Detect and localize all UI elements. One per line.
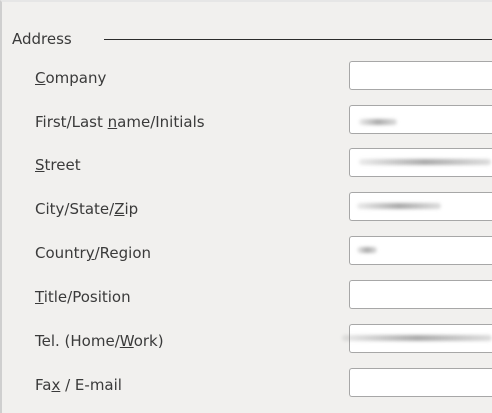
tel-label: Tel. (Home/Work)	[35, 332, 164, 350]
fax-row: Fax / E-mail	[2, 368, 492, 404]
street-row: Street	[2, 148, 492, 184]
company-label: Company	[35, 69, 107, 87]
city-input[interactable]	[349, 192, 492, 221]
address-dialog: Address Company First/Last name/Initials…	[0, 0, 492, 413]
company-row: Company	[2, 61, 492, 97]
street-input[interactable]	[349, 148, 492, 177]
name-row: First/Last name/Initials	[2, 105, 492, 141]
city-row: City/State/Zip	[2, 192, 492, 228]
group-divider	[104, 39, 492, 40]
country-row: Country/Region	[2, 236, 492, 272]
home-phone-input[interactable]	[349, 324, 492, 353]
fax-label: Fax / E-mail	[35, 376, 122, 394]
title-label: Title/Position	[35, 288, 131, 306]
company-input[interactable]	[349, 61, 492, 90]
address-group-title: Address	[12, 30, 78, 48]
fax-input[interactable]	[349, 368, 492, 397]
title-row: Title/Position	[2, 280, 492, 316]
country-label: Country/Region	[35, 244, 152, 262]
first-name-input[interactable]	[349, 105, 492, 134]
country-input[interactable]	[349, 236, 492, 265]
name-label: First/Last name/Initials	[35, 113, 205, 131]
address-group-header: Address	[8, 30, 492, 50]
city-label: City/State/Zip	[35, 200, 139, 218]
tel-row: Tel. (Home/Work)	[2, 324, 492, 360]
title-input[interactable]	[349, 280, 492, 309]
street-label: Street	[35, 156, 81, 174]
